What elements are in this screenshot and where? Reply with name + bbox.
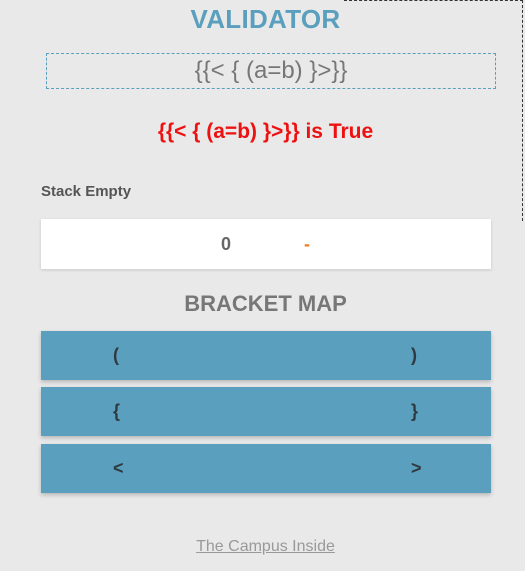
open-bracket: ( [113, 345, 119, 365]
footer: The Campus Inside [0, 538, 525, 556]
bracket-map-title: BRACKET MAP [184, 291, 347, 316]
stack-count: 0 [221, 234, 232, 254]
stack-status-label: Stack Empty [41, 183, 132, 200]
bracket-map-row-brace[interactable]: { } [41, 387, 491, 436]
app-title: VALIDATOR [190, 4, 341, 34]
validation-result: {{< { (a=b) }>}} is True [157, 120, 374, 143]
bracket-map-row-angle[interactable]: < > [41, 444, 491, 493]
footer-link[interactable]: The Campus Inside [196, 538, 335, 555]
open-bracket: < [113, 458, 124, 478]
expression-input[interactable]: {{< { (a=b) }>}} [46, 53, 496, 89]
close-bracket: } [411, 401, 419, 421]
bracket-map-row-paren[interactable]: ( ) [41, 331, 491, 380]
open-bracket: { [113, 401, 121, 421]
close-bracket: > [411, 458, 422, 478]
stack-top: - [304, 234, 310, 254]
stack-display: 0 - [41, 219, 491, 269]
close-bracket: ) [411, 345, 417, 365]
